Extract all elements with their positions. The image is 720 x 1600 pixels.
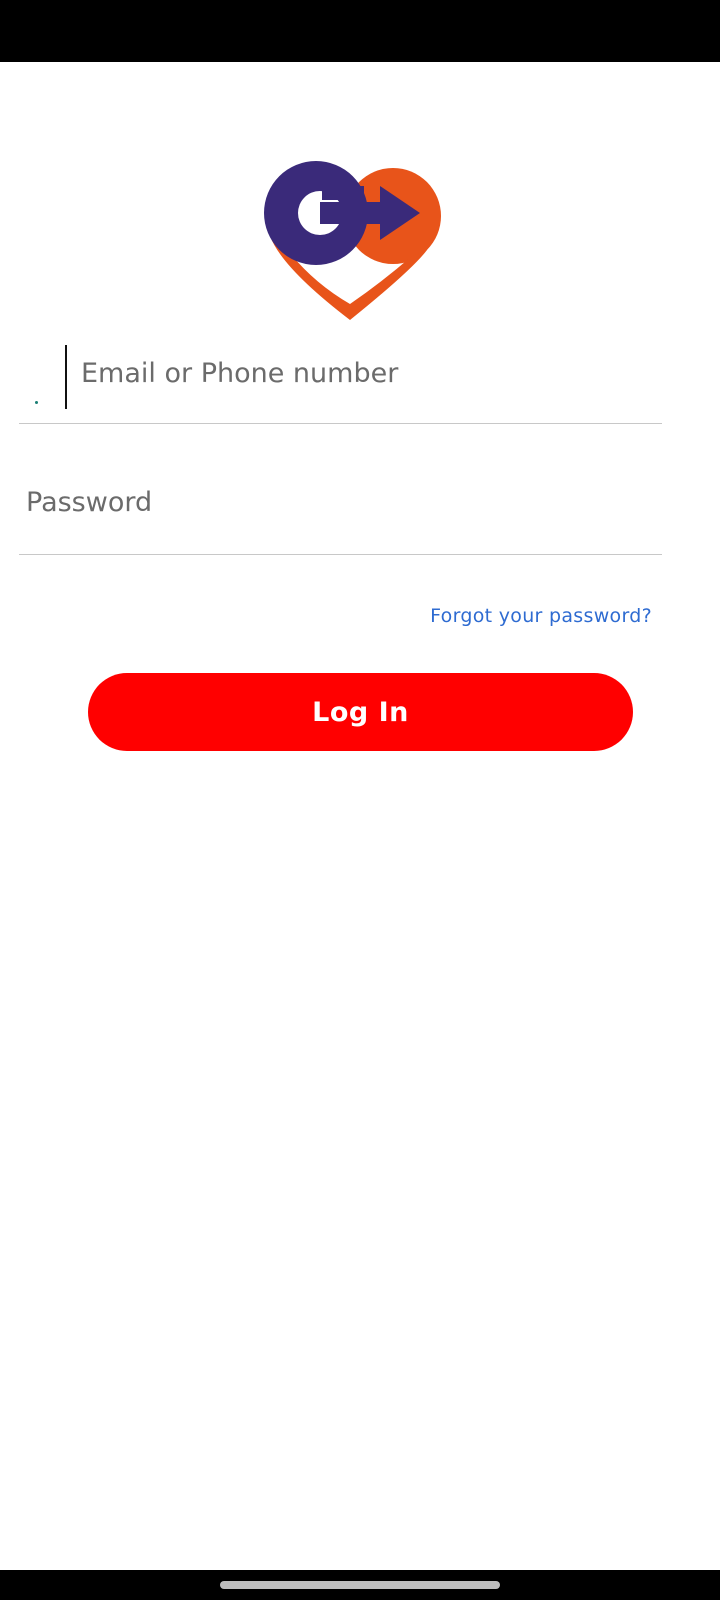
country-code-icon[interactable]: [35, 401, 38, 404]
password-input[interactable]: [26, 480, 626, 524]
password-field-row: [19, 480, 662, 555]
login-button[interactable]: Log In: [88, 673, 633, 751]
status-bar: [0, 0, 720, 62]
home-gesture-handle[interactable]: [220, 1581, 500, 1589]
field-divider: [65, 345, 67, 409]
forgot-password-link[interactable]: Forgot your password?: [430, 605, 652, 627]
email-field-row: [19, 345, 662, 424]
email-or-phone-input[interactable]: [81, 351, 641, 395]
go-heart-arrow-logo-icon: [262, 158, 452, 328]
login-screen: Forgot your password? Log In: [0, 0, 720, 1600]
